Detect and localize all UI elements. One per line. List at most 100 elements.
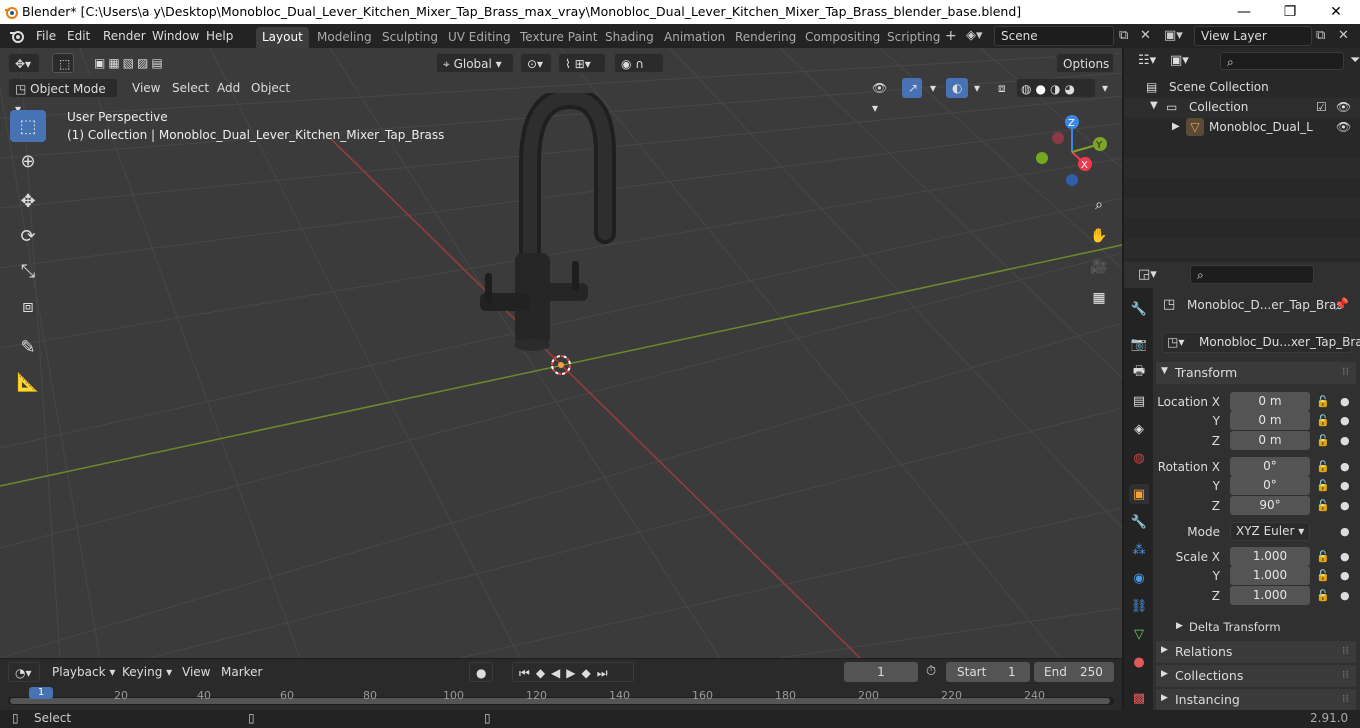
maximize-button[interactable]: ❐ (1267, 0, 1313, 24)
play-icon[interactable]: ▶ (566, 666, 581, 680)
end-frame-field[interactable]: End 250 (1034, 662, 1114, 682)
delta-transform-subpanel[interactable]: ▶ Delta Transform (1162, 618, 1352, 638)
world-tab-icon[interactable]: ◍ (1129, 448, 1149, 468)
preview-range-icon[interactable]: ⏱ (926, 664, 936, 679)
view-layer-field[interactable]: View Layer (1194, 26, 1312, 46)
jump-end-icon[interactable]: ⏭ (597, 666, 614, 680)
scene-tab-icon[interactable]: ◈ (1129, 419, 1149, 439)
xray-toggle-icon[interactable]: ⧈ (992, 78, 1012, 98)
location-z-field[interactable]: 0 m (1230, 431, 1310, 450)
ortho-grid-icon[interactable]: ▦ (1086, 285, 1112, 311)
location-y-field[interactable]: 0 m (1230, 411, 1310, 430)
outliner-row-collection[interactable]: ▼ ▭ Collection ☑ 👁 (1124, 98, 1360, 118)
minimize-button[interactable]: — (1221, 0, 1267, 24)
physics-tab-icon[interactable]: ◉ (1129, 568, 1149, 588)
new-scene-icon[interactable]: ⧉ (1119, 28, 1128, 43)
visibility-icon[interactable]: 👁▾ (866, 78, 896, 115)
rotation-x-field[interactable]: 0° (1230, 457, 1310, 476)
keyframe-dot-icon[interactable]: ● (1340, 589, 1350, 602)
properties-editor-icon[interactable]: ◲▾ (1138, 267, 1157, 282)
object-mode-dropdown[interactable]: ◳ Object Mode ▾ (8, 78, 118, 116)
tab-rendering[interactable]: Rendering (729, 27, 802, 48)
visibility-eye-icon[interactable]: 👁 (1336, 100, 1351, 114)
object-name-field[interactable]: ◳▾ Monobloc_Du...xer_Tap_Brass (1162, 332, 1360, 353)
relations-section-header[interactable]: ▶ Relations ⁞⁞ (1156, 641, 1356, 663)
shading-dropdown-icon[interactable]: ▾ (1096, 78, 1112, 98)
keyframe-dot-icon[interactable]: ● (1340, 434, 1350, 447)
tool-tab-icon[interactable]: 🔧 (1129, 299, 1149, 319)
scale-x-field[interactable]: 1.000 (1230, 547, 1310, 566)
select-mode-buttons[interactable]: ▣▦▧▨▤ (88, 53, 184, 73)
playhead-marker[interactable]: 1 (29, 687, 53, 699)
menu-object[interactable]: Object (245, 78, 296, 98)
modifier-tab-icon[interactable]: 🔧 (1129, 512, 1149, 532)
tool-cursor[interactable]: ⊕ (10, 145, 46, 177)
drag-handle-icon[interactable]: ⁞⁞ (1342, 692, 1349, 705)
scale-y-field[interactable]: 1.000 (1230, 566, 1310, 585)
menu-marker[interactable]: Marker (215, 662, 268, 682)
overlay-toggle-icon[interactable]: ◐ (946, 78, 968, 98)
tool-rotate[interactable]: ⟳ (10, 220, 46, 252)
rendered-shading-icon[interactable]: ◕ (1064, 82, 1078, 96)
remove-scene-icon[interactable]: ✕ (1140, 28, 1151, 43)
filter-icon[interactable]: ⏷ (1350, 53, 1360, 68)
gizmo-toggle-icon[interactable]: ↗ (902, 78, 922, 98)
add-workspace-button[interactable]: + (945, 28, 957, 44)
visibility-eye-icon[interactable]: 👁 (1336, 120, 1351, 134)
menu-add[interactable]: Add (211, 78, 246, 98)
timeline-editor-icon[interactable]: ◔▾ (8, 662, 40, 682)
drag-handle-icon[interactable]: ⁞⁞ (1342, 644, 1349, 657)
start-frame-field[interactable]: Start 1 (946, 662, 1030, 682)
tool-scale[interactable]: ⤡ (10, 255, 46, 287)
outliner-row-object[interactable]: ▶ ▽ Monobloc_Dual_Leve 👁 (1124, 118, 1360, 138)
transform-section-header[interactable]: ▼ Transform ⁞⁞ (1156, 362, 1356, 384)
drag-handle-icon[interactable]: ⁞⁞ (1342, 668, 1349, 681)
render-tab-icon[interactable]: 📷 (1129, 334, 1149, 354)
wireframe-shading-icon[interactable]: ◍ (1021, 82, 1035, 96)
particles-tab-icon[interactable]: ⁂ (1129, 540, 1149, 560)
lock-icon[interactable]: 🔓 (1316, 499, 1330, 512)
solid-shading-icon[interactable]: ● (1035, 82, 1049, 96)
close-button[interactable]: ✕ (1313, 0, 1359, 24)
prev-keyframe-icon[interactable]: ◆ (536, 666, 551, 680)
rotation-y-field[interactable]: 0° (1230, 476, 1310, 495)
editor-type-button[interactable]: ✥▾ (8, 53, 40, 73)
jump-start-icon[interactable]: ⏮ (519, 666, 536, 680)
lock-icon[interactable]: 🔓 (1316, 414, 1330, 427)
material-tab-icon[interactable]: ● (1129, 652, 1149, 672)
instancing-section-header[interactable]: ▶ Instancing ⁞⁞ (1156, 689, 1356, 710)
keyframe-dot-icon[interactable]: ● (1340, 569, 1350, 582)
display-mode-icon[interactable]: ▣▾ (1170, 53, 1189, 68)
gizmo-dropdown-icon[interactable]: ▾ (924, 78, 940, 98)
keyframe-dot-icon[interactable]: ● (1340, 414, 1350, 427)
drag-handle-icon[interactable]: ⁞⁞ (1342, 365, 1349, 378)
options-dropdown[interactable]: Options ▾ (1056, 53, 1114, 91)
pan-hand-icon[interactable]: ✋ (1086, 223, 1112, 249)
lock-icon[interactable]: 🔓 (1316, 395, 1330, 408)
lock-icon[interactable]: 🔓 (1316, 460, 1330, 473)
menu-view-timeline[interactable]: View (176, 662, 216, 682)
output-tab-icon[interactable]: 🖶 (1129, 363, 1149, 383)
lock-icon[interactable]: 🔓 (1316, 589, 1330, 602)
proportional-edit-button[interactable]: ◉ ∩ (614, 53, 664, 73)
object-tab-icon[interactable]: ▣ (1129, 484, 1149, 504)
texture-tab-icon[interactable]: ▩ (1129, 688, 1149, 708)
lock-icon[interactable]: 🔓 (1316, 479, 1330, 492)
new-view-layer-icon[interactable]: ⧉ (1316, 28, 1325, 43)
3d-viewport[interactable]: ✥▾ ⬚ ▣▦▧▨▤ ⌖ Global ▾ ⊙▾ ⌇ ⊞▾ ◉ ∩ Option… (0, 48, 1122, 658)
tool-transform[interactable]: ⧈ (10, 290, 46, 322)
rotation-mode-dropdown[interactable]: XYZ Euler ▾ (1230, 522, 1310, 541)
tool-measure[interactable]: 📐 (10, 366, 46, 398)
scale-z-field[interactable]: 1.000 (1230, 586, 1310, 605)
tab-compositing[interactable]: Compositing (799, 27, 886, 48)
keyframe-dot-icon[interactable]: ● (1340, 550, 1350, 563)
collections-section-header[interactable]: ▶ Collections ⁞⁞ (1156, 665, 1356, 687)
playback-controls[interactable]: ⏮◆◀▶◆⏭ (512, 662, 634, 682)
tab-animation[interactable]: Animation (658, 27, 731, 48)
pin-icon[interactable]: 📌 (1334, 297, 1349, 311)
pivot-point-dropdown[interactable]: ⊙▾ (520, 53, 552, 73)
tab-modeling[interactable]: Modeling (311, 27, 378, 48)
tool-move[interactable]: ✥ (10, 185, 46, 217)
zoom-icon[interactable]: ⌕ (1086, 192, 1112, 218)
current-frame-field[interactable]: 1 (844, 662, 918, 682)
